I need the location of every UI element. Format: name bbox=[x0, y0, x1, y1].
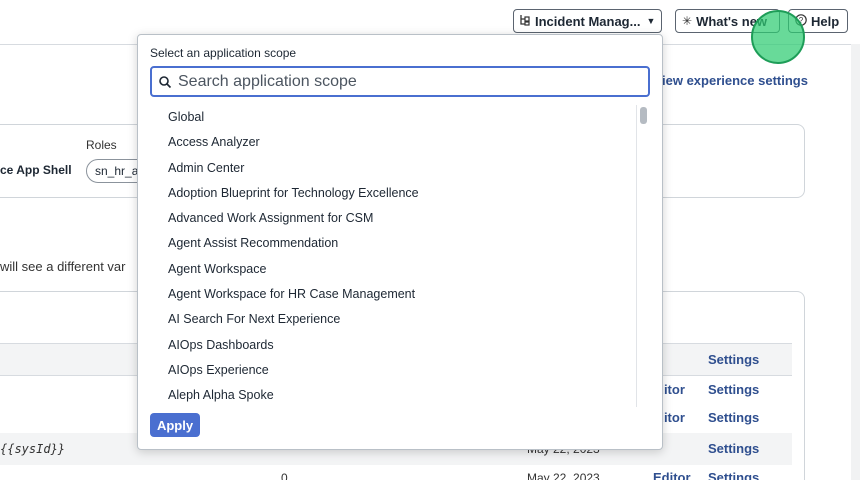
help-label: Help bbox=[811, 13, 840, 29]
scope-list-item[interactable]: AIOps Dashboards bbox=[150, 333, 634, 358]
search-field bbox=[150, 66, 650, 97]
application-scope-label: Incident Manag... bbox=[535, 13, 641, 29]
dropdown-title: Select an application scope bbox=[150, 46, 297, 60]
scope-list-item[interactable]: Aleph Alpha Spoke bbox=[150, 383, 634, 407]
scrollbar-thumb[interactable] bbox=[640, 107, 647, 124]
chevron-down-icon: ▼ bbox=[646, 16, 656, 26]
table-row-editor-link[interactable]: Editor bbox=[653, 470, 691, 480]
application-scope-button[interactable]: Incident Manag... ▼ bbox=[513, 9, 662, 33]
table-row-count: 0 bbox=[281, 471, 288, 480]
scope-list-item[interactable]: Admin Center bbox=[150, 156, 634, 181]
application-scope-dropdown: Select an application scope GlobalAccess… bbox=[137, 34, 663, 450]
scope-tree-icon bbox=[520, 14, 531, 29]
table-row-settings-link[interactable]: Settings bbox=[708, 410, 759, 425]
table-header-settings: Settings bbox=[708, 352, 760, 367]
sparkle-icon: ✳ bbox=[682, 14, 693, 28]
scope-list: Global Access Analyzer Admin Center Adoptio… bbox=[150, 105, 634, 407]
scope-list-item[interactable]: Agent Workspace bbox=[150, 257, 634, 282]
app-shell-name: ce App Shell bbox=[0, 163, 72, 177]
view-experience-settings-link[interactable]: iew experience settings bbox=[662, 73, 808, 88]
scope-list-item[interactable]: Global bbox=[150, 105, 634, 130]
table-row-date: May 22, 2023 bbox=[527, 471, 600, 480]
scope-list-item[interactable]: Advanced Work Assignment for CSM bbox=[150, 206, 634, 231]
scope-list-item[interactable]: AI Search For Next Experience bbox=[150, 307, 634, 332]
scope-list-item[interactable]: Agent Workspace for HR Case Management bbox=[150, 282, 634, 307]
scope-list-item[interactable]: AIOps Experience bbox=[150, 358, 634, 383]
click-indicator bbox=[751, 10, 805, 64]
page-scrollbar[interactable] bbox=[851, 44, 860, 480]
variant-description: will see a different var bbox=[0, 259, 126, 274]
table-row-settings-link[interactable]: Settings bbox=[708, 382, 759, 397]
scope-list-item[interactable]: Adoption Blueprint for Technology Excell… bbox=[150, 181, 634, 206]
roles-label: Roles bbox=[86, 138, 117, 152]
search-application-scope-input[interactable] bbox=[178, 72, 638, 91]
table-row-settings-link[interactable]: Settings bbox=[708, 470, 759, 480]
scope-list-scrollbar[interactable] bbox=[636, 105, 650, 407]
search-icon bbox=[159, 75, 172, 88]
scope-list-item[interactable]: Agent Assist Recommendation bbox=[150, 231, 634, 256]
scope-list-item[interactable]: Access Analyzer bbox=[150, 130, 634, 155]
table-row-settings-link[interactable]: Settings bbox=[708, 441, 759, 456]
apply-button[interactable]: Apply bbox=[150, 413, 200, 437]
table-row-path: {{sysId}} bbox=[0, 442, 66, 456]
